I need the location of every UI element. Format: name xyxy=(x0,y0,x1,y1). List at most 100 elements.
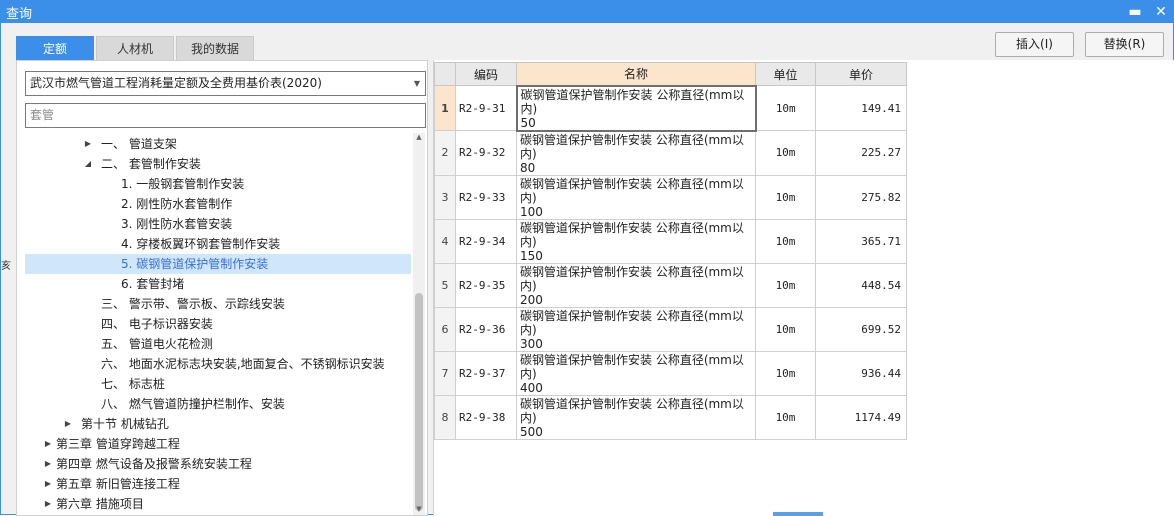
table-row[interactable]: 2 R2-9-32 碳钢管道保护管制作安装 公称直径(mm以内) 80 10m 225.… xyxy=(434,130,907,176)
tree-node[interactable]: 3. 刚性防水套管安装 xyxy=(25,214,411,234)
unit-cell[interactable]: 10m xyxy=(755,85,816,131)
table-row[interactable]: 3 R2-9-33 碳钢管道保护管制作安装 公称直径(mm以内) 100 10m 275… xyxy=(434,174,907,220)
tree-node[interactable]: ▶ 一、 管道支架 xyxy=(25,134,411,154)
unit-cell[interactable]: 10m xyxy=(755,218,816,264)
table-row[interactable]: 6 R2-9-36 碳钢管道保护管制作安装 公称直径(mm以内) 300 10m 699… xyxy=(434,306,907,352)
tree-node[interactable]: 四、 电子标识器安装 xyxy=(25,314,411,334)
chevron-right-icon[interactable]: ▶ xyxy=(43,494,53,514)
unit-cell[interactable]: 10m xyxy=(755,350,816,396)
chevron-down-icon[interactable]: ▼ xyxy=(414,72,420,95)
minimize-icon[interactable]: ▬ xyxy=(1125,2,1145,22)
name-cell[interactable]: 碳钢管道保护管制作安装 公称直径(mm以内) 200 xyxy=(516,262,756,308)
tree-node[interactable]: ▶ 第十节 机械钻孔 xyxy=(25,414,411,434)
tab-my-data[interactable]: 我的数据 xyxy=(176,36,254,60)
name-cell[interactable]: 碳钢管道保护管制作安装 公称直径(mm以内) 100 xyxy=(516,174,756,220)
name-cell[interactable]: 碳钢管道保护管制作安装 公称直径(mm以内) 50 xyxy=(515,84,757,132)
window-title: 查询 xyxy=(6,7,33,22)
column-header-code[interactable]: 编码 xyxy=(455,62,517,86)
table-row[interactable]: 5 R2-9-35 碳钢管道保护管制作安装 公称直径(mm以内) 200 10m 448… xyxy=(434,262,907,308)
tree-node[interactable]: 五、 管道电火花检测 xyxy=(25,334,411,354)
price-cell[interactable]: 936.44 xyxy=(815,350,907,396)
row-number[interactable]: 2 xyxy=(434,130,456,176)
row-number[interactable]: 7 xyxy=(434,350,456,396)
row-number[interactable]: 6 xyxy=(434,306,456,352)
tree-node[interactable]: ▶ 第六章 措施项目 xyxy=(25,494,411,514)
price-cell[interactable]: 225.27 xyxy=(815,130,907,176)
table-row[interactable]: 1 R2-9-31 碳钢管道保护管制作安装 公称直径(mm以内) 50 10m 149.… xyxy=(434,84,907,132)
column-header-index xyxy=(434,62,456,86)
row-number[interactable]: 8 xyxy=(434,394,456,440)
library-select[interactable]: 武汉市燃气管道工程消耗量定额及全费用基价表(2020) ▼ xyxy=(25,71,426,96)
scroll-down-icon[interactable]: ▼ xyxy=(413,505,425,515)
close-icon[interactable]: ✕ xyxy=(1151,2,1171,22)
row-number[interactable]: 3 xyxy=(434,174,456,220)
code-cell[interactable]: R2-9-37 xyxy=(455,350,517,396)
price-cell[interactable]: 149.41 xyxy=(815,85,907,131)
chevron-right-icon[interactable]: ▶ xyxy=(43,474,53,494)
name-cell[interactable]: 碳钢管道保护管制作安装 公称直径(mm以内) 300 xyxy=(516,306,756,352)
price-cell[interactable]: 275.82 xyxy=(815,174,907,220)
table-row[interactable]: 7 R2-9-37 碳钢管道保护管制作安装 公称直径(mm以内) 400 10m 936… xyxy=(434,350,907,396)
name-cell[interactable]: 碳钢管道保护管制作安装 公称直径(mm以内) 80 xyxy=(516,130,756,176)
code-cell[interactable]: R2-9-31 xyxy=(455,85,517,131)
code-cell[interactable]: R2-9-36 xyxy=(455,306,517,352)
column-header-price[interactable]: 单价 xyxy=(815,62,907,86)
code-cell[interactable]: R2-9-32 xyxy=(455,130,517,176)
price-cell[interactable]: 699.52 xyxy=(815,306,907,352)
title-bar[interactable]: 查询 ▬ ✕ xyxy=(1,1,1173,23)
tree-node-label: 5. 碳钢管道保护管制作安装 xyxy=(121,257,269,271)
unit-cell[interactable]: 10m xyxy=(755,174,816,220)
unit-cell[interactable]: 10m xyxy=(755,394,816,440)
tree-node[interactable]: 4. 穿楼板翼环钢套管制作安装 xyxy=(25,234,411,254)
code-cell[interactable]: R2-9-38 xyxy=(455,394,517,440)
price-cell[interactable]: 1174.49 xyxy=(815,394,907,440)
row-number[interactable]: 5 xyxy=(434,262,456,308)
code-cell[interactable]: R2-9-34 xyxy=(455,218,517,264)
tree-node[interactable]: 5. 碳钢管道保护管制作安装 xyxy=(25,254,411,274)
tree-node[interactable]: ▶ 第四章 燃气设备及报警系统安装工程 xyxy=(25,454,411,474)
chevron-right-icon[interactable]: ▶ xyxy=(43,434,53,454)
row-number[interactable]: 1 xyxy=(434,85,456,131)
chevron-right-icon[interactable]: ▶ xyxy=(83,134,93,154)
chevron-right-icon[interactable]: ▶ xyxy=(43,454,53,474)
tree-node[interactable]: 6. 套管封堵 xyxy=(25,274,411,294)
tree-node[interactable]: 八、 燃气管道防撞护栏制作、安装 xyxy=(25,394,411,414)
table-row[interactable]: 8 R2-9-38 碳钢管道保护管制作安装 公称直径(mm以内) 500 10m 117… xyxy=(434,394,907,440)
tab-quota[interactable]: 定额 xyxy=(16,36,94,60)
tree-node[interactable]: 七、 标志桩 xyxy=(25,374,411,394)
chevron-right-icon[interactable]: ▶ xyxy=(63,414,73,434)
price-cell[interactable]: 448.54 xyxy=(815,262,907,308)
tree-node-label: 二、 套管制作安装 xyxy=(101,157,201,171)
price-cell[interactable]: 365.71 xyxy=(815,218,907,264)
name-cell[interactable]: 碳钢管道保护管制作安装 公称直径(mm以内) 400 xyxy=(516,350,756,396)
name-cell[interactable]: 碳钢管道保护管制作安装 公称直径(mm以内) 500 xyxy=(516,394,756,440)
replace-button[interactable]: 替换(R) xyxy=(1085,32,1164,57)
tree-scrollbar[interactable]: ▲ ▼ xyxy=(413,133,425,515)
column-header-name[interactable]: 名称 xyxy=(516,62,756,86)
tree-node[interactable]: 2. 刚性防水套管制作 xyxy=(25,194,411,214)
insert-button[interactable]: 插入(I) xyxy=(995,32,1074,57)
status-indicator xyxy=(773,512,823,516)
table-header-row: 编码 名称 单位 单价 xyxy=(434,62,907,86)
tree-node[interactable]: 六、 地面水泥标志块安装,地面复合、不锈钢标识安装 xyxy=(25,354,411,374)
name-cell[interactable]: 碳钢管道保护管制作安装 公称直径(mm以内) 150 xyxy=(516,218,756,264)
tree-node[interactable]: ▶ 第三章 管道穿跨越工程 xyxy=(25,434,411,454)
search-input[interactable]: 套管 xyxy=(25,103,426,128)
column-header-unit[interactable]: 单位 xyxy=(755,62,816,86)
tree-node[interactable]: 1. 一般钢套管制作安装 xyxy=(25,174,411,194)
tree-node[interactable]: 三、 警示带、警示板、示踪线安装 xyxy=(25,294,411,314)
scroll-up-icon[interactable]: ▲ xyxy=(413,133,425,143)
tree-node[interactable]: ▶ 第五章 新旧管连接工程 xyxy=(25,474,411,494)
code-cell[interactable]: R2-9-33 xyxy=(455,174,517,220)
tree-node-label: 3. 刚性防水套管安装 xyxy=(121,217,233,231)
chevron-down-icon[interactable]: ◢ xyxy=(83,154,93,174)
unit-cell[interactable]: 10m xyxy=(755,306,816,352)
table-row[interactable]: 4 R2-9-34 碳钢管道保护管制作安装 公称直径(mm以内) 150 10m 365… xyxy=(434,218,907,264)
unit-cell[interactable]: 10m xyxy=(755,262,816,308)
row-number[interactable]: 4 xyxy=(434,218,456,264)
code-cell[interactable]: R2-9-35 xyxy=(455,262,517,308)
tree-node[interactable]: ◢ 二、 套管制作安装 xyxy=(25,154,411,174)
unit-cell[interactable]: 10m xyxy=(755,130,816,176)
scrollbar-thumb[interactable] xyxy=(415,293,423,511)
tab-labor-material-machine[interactable]: 人材机 xyxy=(96,36,174,60)
